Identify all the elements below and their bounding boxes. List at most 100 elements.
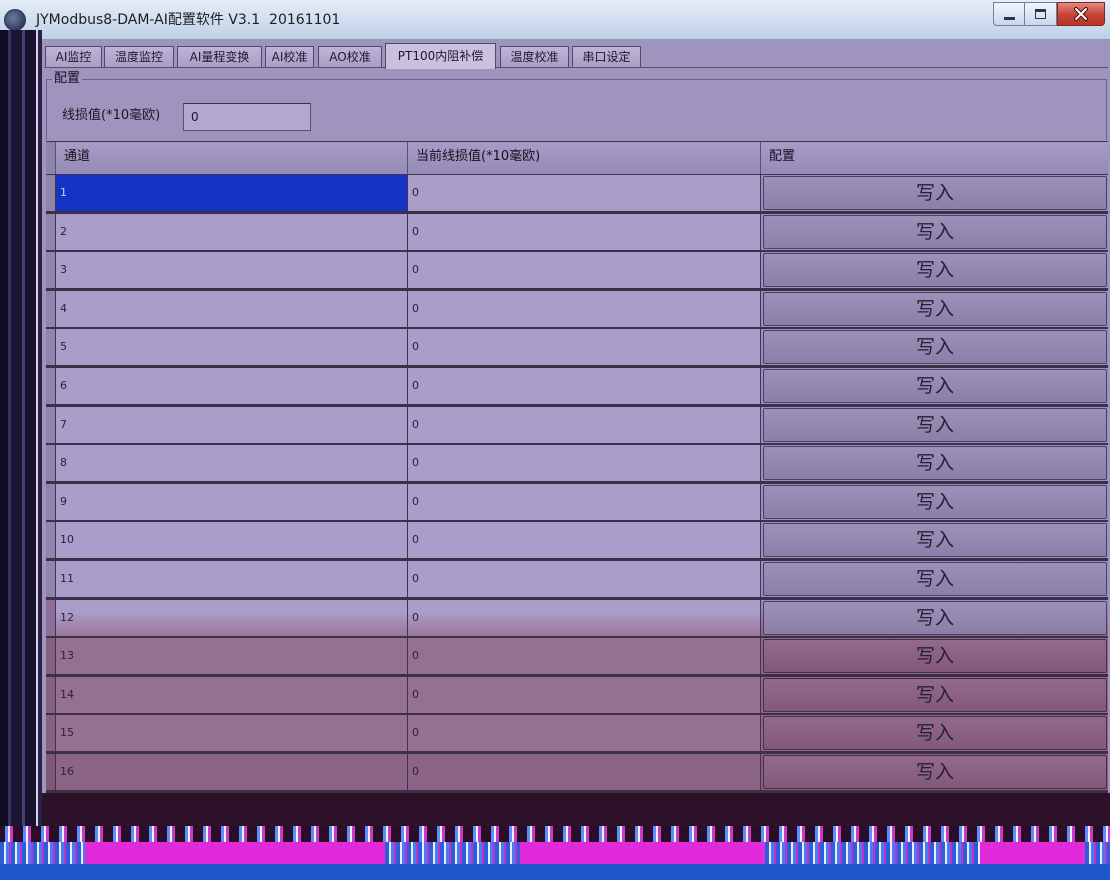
- line-loss-value-cell[interactable]: 0: [408, 368, 761, 404]
- row-header[interactable]: [46, 329, 56, 365]
- line-loss-value-cell[interactable]: 0: [408, 522, 761, 558]
- row-header[interactable]: [46, 600, 56, 636]
- line-loss-input[interactable]: 0: [183, 103, 311, 131]
- row-header[interactable]: [46, 368, 56, 404]
- row-header[interactable]: [46, 484, 56, 520]
- close-button[interactable]: [1057, 2, 1105, 26]
- minimize-button[interactable]: [993, 2, 1025, 26]
- distorted-strip-middle: [0, 842, 1110, 864]
- channel-cell[interactable]: 10: [56, 522, 408, 558]
- column-header-config[interactable]: 配置: [761, 142, 1108, 174]
- write-button[interactable]: 写入: [763, 601, 1107, 635]
- row-header[interactable]: [46, 638, 56, 674]
- tab-ai-monitor[interactable]: AI监控: [45, 46, 102, 68]
- tab-ai-calibration[interactable]: AI校准: [265, 46, 314, 68]
- row-header[interactable]: [46, 214, 56, 250]
- row-header[interactable]: [46, 445, 56, 481]
- write-button[interactable]: 写入: [763, 755, 1107, 789]
- channel-cell[interactable]: 14: [56, 677, 408, 713]
- channel-cell[interactable]: 4: [56, 291, 408, 327]
- tab-temperature-calibration[interactable]: 温度校准: [500, 46, 569, 68]
- window-title: JYModbus8-DAM-AI配置软件 V3.1 20161101: [36, 12, 341, 28]
- channel-cell[interactable]: 11: [56, 561, 408, 597]
- channel-cell[interactable]: 2: [56, 214, 408, 250]
- tab-pt100-resistance-compensation[interactable]: PT100内阻补偿: [385, 43, 496, 69]
- write-button[interactable]: 写入: [763, 446, 1107, 480]
- row-header[interactable]: [46, 754, 56, 790]
- table-row: 2 0 写入: [46, 214, 1108, 252]
- row-header[interactable]: [46, 407, 56, 443]
- line-loss-value-cell[interactable]: 0: [408, 214, 761, 250]
- table-row: 9 0 写入: [46, 484, 1108, 522]
- tab-temperature-monitor[interactable]: 温度监控: [104, 46, 174, 68]
- action-cell: 写入: [761, 677, 1108, 713]
- line-loss-value-cell[interactable]: 0: [408, 715, 761, 751]
- action-cell: 写入: [761, 329, 1108, 365]
- line-loss-value-cell[interactable]: 0: [408, 329, 761, 365]
- channel-cell[interactable]: 5: [56, 329, 408, 365]
- write-button[interactable]: 写入: [763, 562, 1107, 596]
- table-row: 13 0 写入: [46, 638, 1108, 676]
- row-header[interactable]: [46, 291, 56, 327]
- channel-cell[interactable]: 12: [56, 600, 408, 636]
- write-button[interactable]: 写入: [763, 215, 1107, 249]
- action-cell: 写入: [761, 600, 1108, 636]
- write-button[interactable]: 写入: [763, 253, 1107, 287]
- line-loss-value-cell[interactable]: 0: [408, 252, 761, 288]
- line-loss-value-cell[interactable]: 0: [408, 677, 761, 713]
- write-button[interactable]: 写入: [763, 408, 1107, 442]
- write-button[interactable]: 写入: [763, 678, 1107, 712]
- row-header[interactable]: [46, 252, 56, 288]
- channel-cell[interactable]: 8: [56, 445, 408, 481]
- row-header[interactable]: [46, 715, 56, 751]
- row-header[interactable]: [46, 677, 56, 713]
- write-button[interactable]: 写入: [763, 176, 1107, 210]
- write-button[interactable]: 写入: [763, 292, 1107, 326]
- maximize-button[interactable]: [1025, 2, 1057, 26]
- channel-cell[interactable]: 13: [56, 638, 408, 674]
- title-bar[interactable]: JYModbus8-DAM-AI配置软件 V3.1 20161101: [0, 0, 1110, 40]
- window-left-frame: [0, 30, 42, 880]
- action-cell: 写入: [761, 368, 1108, 404]
- column-header-current-line-loss[interactable]: 当前线损值(*10毫欧): [408, 142, 761, 174]
- row-header[interactable]: [46, 522, 56, 558]
- tab-serial-settings[interactable]: 串口设定: [572, 46, 641, 68]
- column-header-channel[interactable]: 通道: [56, 142, 408, 174]
- table-row: 1 0 写入: [46, 175, 1108, 213]
- channel-cell[interactable]: 15: [56, 715, 408, 751]
- channel-cell[interactable]: 9: [56, 484, 408, 520]
- tab-ao-calibration[interactable]: AO校准: [318, 46, 382, 68]
- write-button[interactable]: 写入: [763, 330, 1107, 364]
- channel-cell[interactable]: 7: [56, 407, 408, 443]
- action-cell: 写入: [761, 175, 1108, 211]
- line-loss-value-cell[interactable]: 0: [408, 445, 761, 481]
- action-cell: 写入: [761, 638, 1108, 674]
- tab-ai-range-conversion[interactable]: AI量程变换: [177, 46, 262, 68]
- write-button[interactable]: 写入: [763, 716, 1107, 750]
- line-loss-value-cell[interactable]: 0: [408, 561, 761, 597]
- app-icon[interactable]: [4, 9, 26, 31]
- distorted-strip-top: [0, 826, 1110, 842]
- line-loss-value-cell[interactable]: 0: [408, 600, 761, 636]
- line-loss-label: 线损值(*10毫欧): [62, 108, 161, 123]
- line-loss-value-cell[interactable]: 0: [408, 175, 761, 211]
- line-loss-value-cell[interactable]: 0: [408, 638, 761, 674]
- write-button[interactable]: 写入: [763, 639, 1107, 673]
- write-button[interactable]: 写入: [763, 369, 1107, 403]
- channel-cell[interactable]: 6: [56, 368, 408, 404]
- channel-cell[interactable]: 16: [56, 754, 408, 790]
- application-window: JYModbus8-DAM-AI配置软件 V3.1 20161101 AI监控温…: [0, 0, 1110, 880]
- line-loss-value-cell[interactable]: 0: [408, 754, 761, 790]
- row-header[interactable]: [46, 175, 56, 211]
- table-row: 15 0 写入: [46, 715, 1108, 753]
- channel-cell[interactable]: 1: [56, 175, 408, 211]
- line-loss-value-cell[interactable]: 0: [408, 291, 761, 327]
- line-loss-value-cell[interactable]: 0: [408, 407, 761, 443]
- channel-cell[interactable]: 3: [56, 252, 408, 288]
- row-header[interactable]: [46, 561, 56, 597]
- grid-corner-header[interactable]: [46, 142, 56, 174]
- write-button[interactable]: 写入: [763, 523, 1107, 557]
- write-button[interactable]: 写入: [763, 485, 1107, 519]
- action-cell: 写入: [761, 484, 1108, 520]
- line-loss-value-cell[interactable]: 0: [408, 484, 761, 520]
